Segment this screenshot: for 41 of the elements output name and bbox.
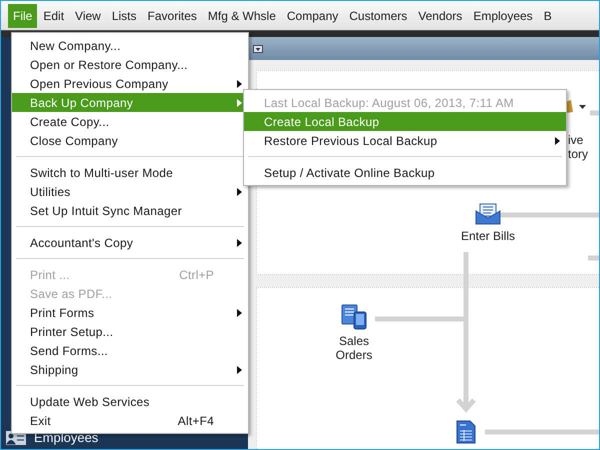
menu-item[interactable]: Restore Previous Local Backup <box>244 131 566 150</box>
menu-item[interactable]: Send Forms... <box>12 341 248 360</box>
menu-bar-item[interactable]: Customers <box>344 4 412 28</box>
submenu-arrow-icon <box>237 238 242 246</box>
menu-item[interactable]: Open Previous Company <box>12 74 248 93</box>
envelope-icon <box>475 203 501 225</box>
menu-item[interactable]: Create Local Backup <box>244 112 566 131</box>
submenu-arrow-icon <box>237 188 242 196</box>
menu-bar-item[interactable]: B <box>538 4 557 28</box>
menu-item[interactable]: Exit Alt+F4 <box>12 411 248 430</box>
menu-item[interactable]: Print Forms <box>12 303 248 322</box>
submenu-arrow-icon <box>237 308 242 316</box>
menu-bar-item[interactable]: View <box>70 4 106 28</box>
menu-item[interactable]: Setup / Activate Online Backup <box>244 163 566 182</box>
menu-item[interactable]: Set Up Intuit Sync Manager <box>12 201 248 220</box>
document-phone-icon <box>341 304 367 330</box>
menu-item[interactable]: Update Web Services <box>12 392 248 411</box>
submenu-arrow-icon <box>237 366 242 374</box>
submenu-arrow-icon <box>237 80 242 88</box>
workflow-label: tory <box>568 147 588 161</box>
menu-bar-item[interactable]: Favorites <box>142 4 202 28</box>
menu-item[interactable]: Utilities <box>12 182 248 201</box>
menu-bar-item[interactable]: Edit <box>38 4 70 28</box>
menu-bar-item[interactable]: Mfg & Whsle <box>202 4 281 28</box>
menu-bar-item[interactable]: Lists <box>106 4 142 28</box>
workflow-label: ive <box>568 133 584 147</box>
menu-bar-item[interactable]: Company <box>282 4 344 28</box>
caret-icon[interactable] <box>579 105 586 109</box>
menu-bar-item[interactable]: Vendors <box>413 4 468 28</box>
menu-item[interactable]: Shipping <box>12 360 248 379</box>
menu-item[interactable]: Printer Setup... <box>12 322 248 341</box>
workflow-label[interactable]: Sales Orders <box>326 334 382 362</box>
dropdown-icon[interactable] <box>253 44 263 52</box>
workflow-label[interactable]: Enter Bills <box>460 229 516 243</box>
menu-bar-item[interactable]: Employees <box>468 4 538 28</box>
menu-item[interactable]: Open or Restore Company... <box>12 55 248 74</box>
menu-bar-item[interactable]: File <box>8 4 38 28</box>
submenu-arrow-icon <box>555 136 560 144</box>
menu-item[interactable]: Accountant's Copy <box>12 233 248 252</box>
document-icon <box>456 420 476 444</box>
menu-item[interactable]: New Company... <box>12 36 248 55</box>
